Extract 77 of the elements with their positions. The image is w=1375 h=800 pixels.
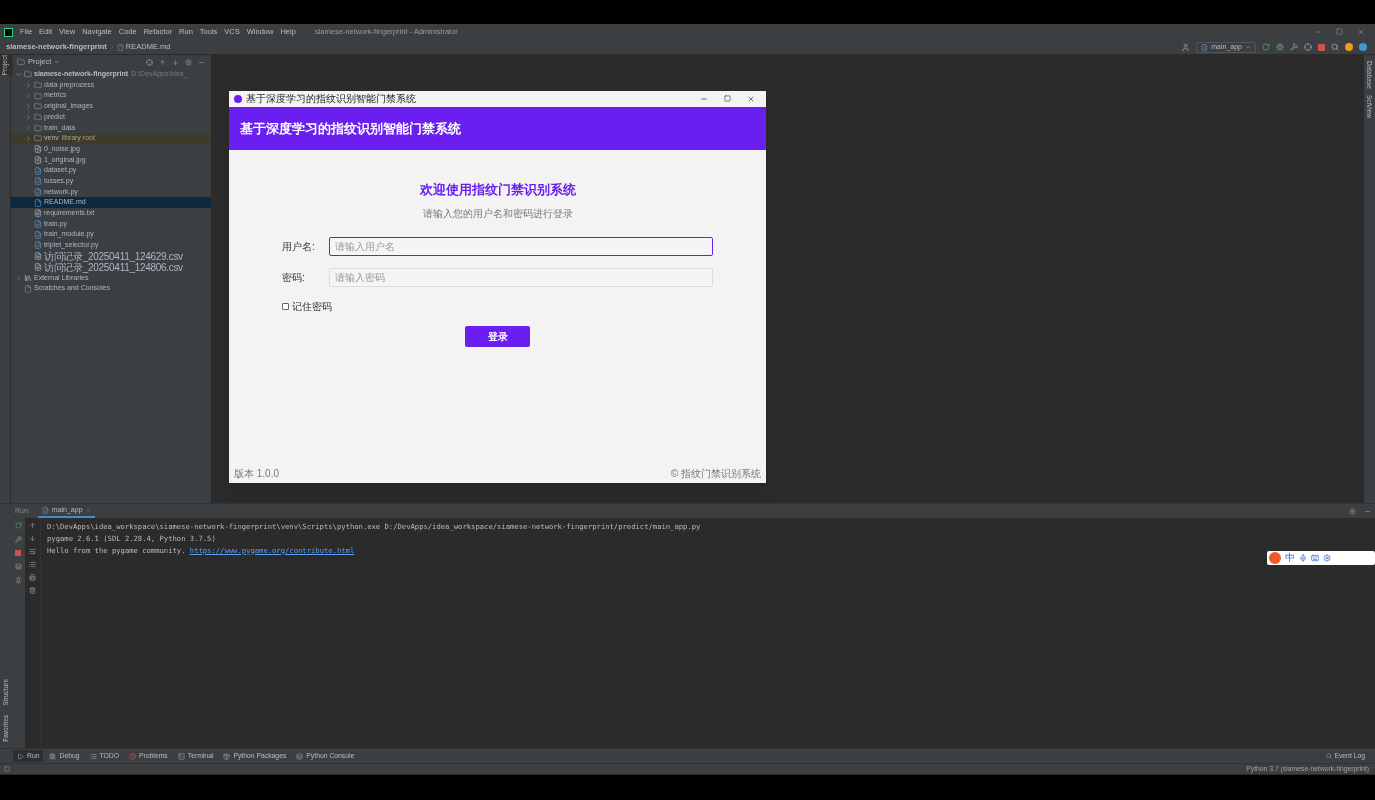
ime-logo-icon[interactable] [1269,552,1281,564]
ime-mode[interactable]: 中 [1285,553,1295,563]
run-icon [17,752,24,760]
login-button[interactable]: 登录 [465,325,530,347]
profile-icon[interactable] [1304,43,1312,51]
chevron-icon[interactable] [25,92,32,100]
copyright-label: © 指纹门禁识别系统 [670,467,761,481]
welcome-title: 欢迎使用指纹门禁识别系统 [419,181,576,199]
tree-row[interactable]: 访问记录_20250411_124806.csv [11,261,211,273]
python-file-icon [41,506,49,514]
tree-label: 访问记录_20250411_124629.csv [44,250,183,262]
debug-icon[interactable] [1276,43,1284,51]
layout-icon[interactable] [4,766,10,772]
minimize-icon[interactable] [700,95,708,103]
scroll-icon[interactable] [29,561,36,568]
field-label: 用户名: [282,239,316,254]
chevron-icon[interactable] [25,134,32,142]
minimize-icon[interactable] [1314,28,1322,36]
account-icon[interactable] [1181,42,1191,52]
folder-icon [17,58,25,66]
packages-icon [223,752,231,760]
folder-icon [34,134,42,143]
rerun-icon[interactable] [1262,43,1270,51]
mic-icon[interactable] [1299,554,1307,562]
trash-icon[interactable] [29,587,36,594]
debug-icon [49,752,57,760]
folder-icon [34,102,42,111]
restore-icon[interactable] [1336,28,1343,35]
rerun-icon[interactable] [14,522,22,529]
locate-icon[interactable] [146,58,153,66]
search-icon [1326,753,1333,759]
expand-all-icon[interactable] [159,58,166,66]
version-label: 版本 1.0.0 [234,467,280,481]
search-icon[interactable] [1331,43,1339,51]
maximize-icon[interactable] [724,95,731,102]
window-title: 基于深度学习的指纹识别智能门禁系统 [246,94,416,104]
pin-icon[interactable] [14,577,22,584]
stop-icon[interactable] [1318,43,1325,51]
arrow-down-icon[interactable] [29,535,36,542]
settings-icon[interactable] [185,58,192,66]
tree-label: 访问记录_20250411_124806.csv [44,261,183,273]
keyboard-icon[interactable] [1311,554,1319,562]
settings-icon[interactable] [1323,554,1331,562]
input-field[interactable]: 请输入用户名 [329,236,713,256]
chevron-icon[interactable] [25,124,32,132]
update-icon[interactable] [1345,43,1353,51]
app-logo-icon [4,27,13,37]
folder-icon [24,70,32,79]
chevron-icon[interactable] [15,274,22,282]
remember-checkbox[interactable]: 记住密码 [282,298,713,314]
build-icon[interactable] [1290,43,1298,51]
print-icon[interactable] [29,574,36,581]
chevron-icon[interactable] [25,102,32,110]
terminal-icon [177,752,185,760]
close-icon[interactable] [1357,28,1365,36]
subtitle: 请输入您的用户名和密码进行登录 [422,206,573,221]
console-icon [296,752,304,760]
plugin-icon[interactable] [1359,43,1367,51]
todo-icon [89,752,97,760]
layout-icon[interactable] [14,563,22,570]
field-label: 密码: [282,270,306,285]
chevron-icon[interactable] [25,113,32,121]
chevron-icon[interactable] [25,81,32,89]
caret-icon [1245,44,1251,50]
app-icon [234,95,242,103]
wrap-icon[interactable] [29,548,36,555]
header-title: 基于深度学习的指纹识别智能门禁系统 [240,119,461,138]
tree-row[interactable]: 访问记录_20250411_124629.csv [11,250,211,262]
settings-icon[interactable] [1349,507,1356,515]
problems-icon [129,752,136,760]
close-icon[interactable] [747,95,755,103]
arrow-up-icon[interactable] [29,522,36,529]
caret-icon[interactable] [54,59,61,65]
wrench-icon[interactable] [14,536,22,543]
python-file-icon [1201,43,1209,51]
chevron-icon[interactable] [15,70,22,78]
collapse-all-icon[interactable] [172,58,179,66]
